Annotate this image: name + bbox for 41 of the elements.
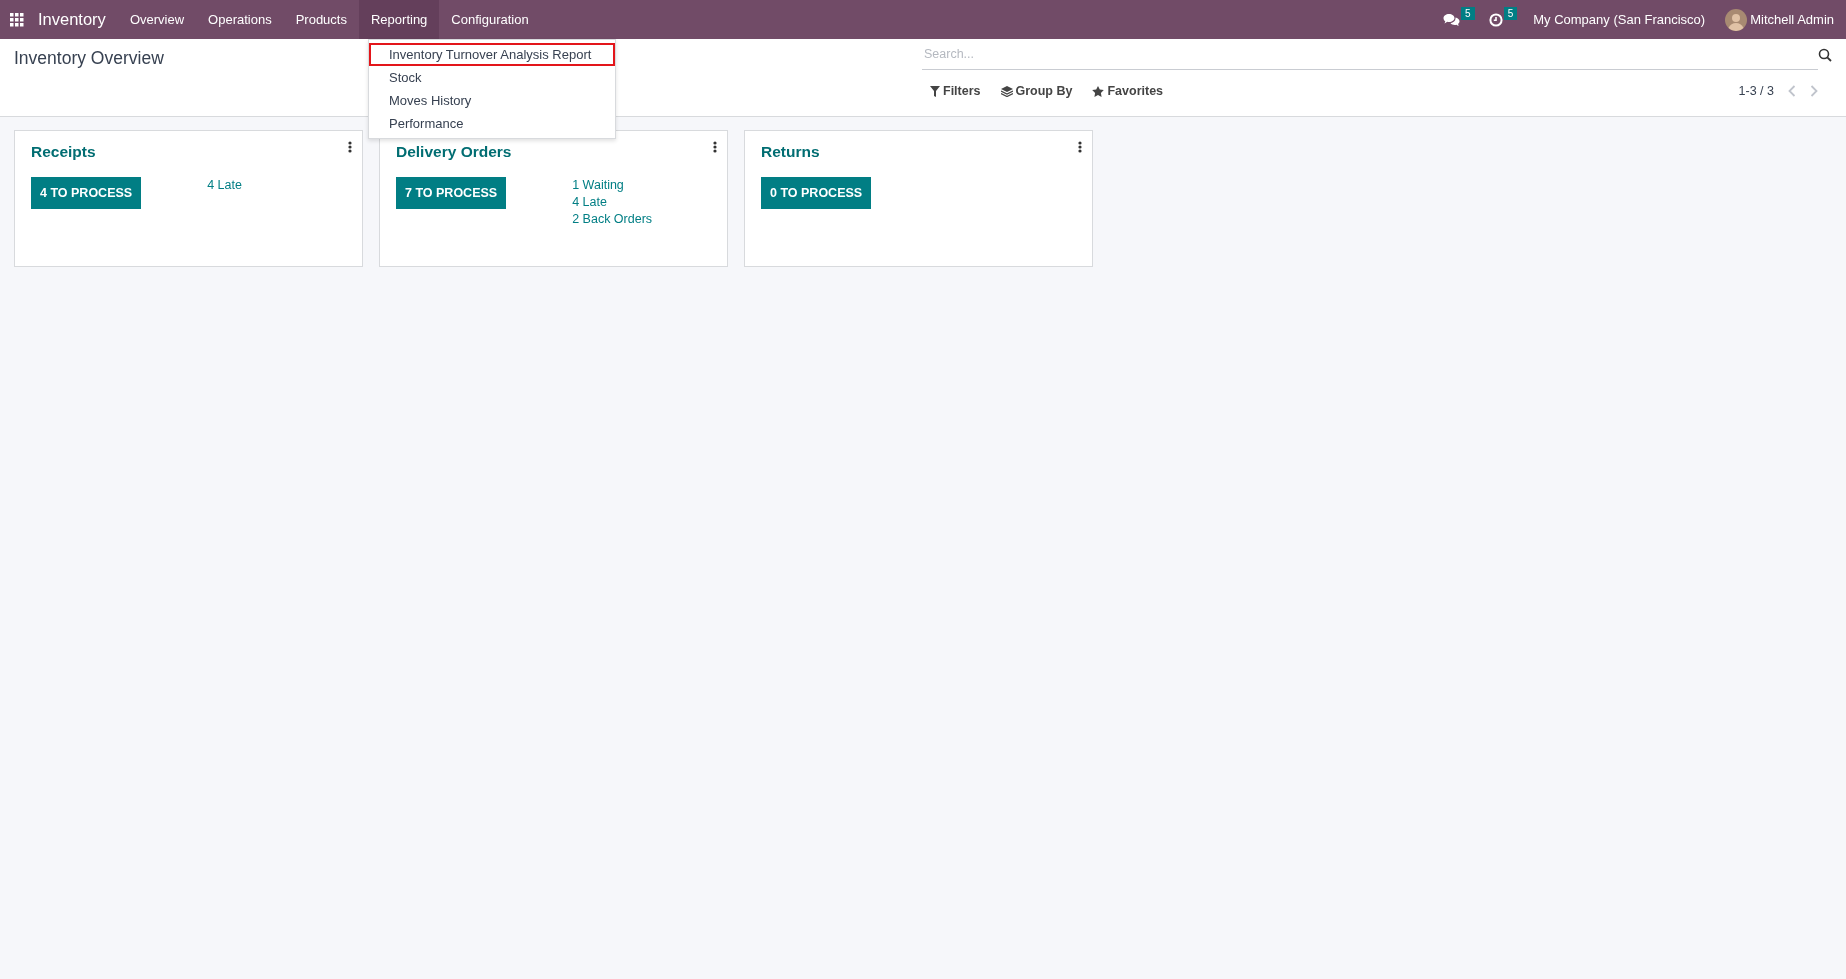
- dropdown-item[interactable]: Stock: [369, 66, 615, 89]
- activity-count-badge: 5: [1503, 7, 1518, 20]
- status-link[interactable]: 4 Late: [572, 195, 653, 209]
- favorites-button[interactable]: Favorites: [1084, 80, 1172, 102]
- message-count-badge: 5: [1461, 7, 1475, 20]
- more-options-icon[interactable]: [1078, 141, 1082, 153]
- menu-item[interactable]: Operations: [196, 0, 284, 39]
- dropdown-item[interactable]: Moves History: [369, 89, 615, 112]
- status-link[interactable]: 1 Waiting: [572, 178, 653, 192]
- more-options-icon[interactable]: [348, 141, 352, 153]
- pager-value: 1-3 / 3: [1738, 84, 1774, 98]
- user-menu[interactable]: Mitchell Admin: [1750, 12, 1834, 27]
- status-link[interactable]: 2 Back Orders: [572, 212, 653, 226]
- more-options-icon[interactable]: [713, 141, 717, 153]
- search-field[interactable]: Search...: [922, 39, 1818, 70]
- clock-icon[interactable]: [1488, 12, 1503, 27]
- search-icon[interactable]: [1818, 47, 1832, 62]
- menu-item[interactable]: Products: [283, 0, 359, 39]
- avatar-icon[interactable]: [1725, 8, 1748, 31]
- to-process-button[interactable]: 4 TO PROCESS: [31, 177, 142, 209]
- layers-icon: [1000, 85, 1013, 97]
- page-title: Inventory Overview: [14, 48, 164, 68]
- status-link[interactable]: 4 Late: [207, 178, 242, 192]
- apps-grid-icon[interactable]: [10, 12, 24, 27]
- card-title[interactable]: Receipts: [31, 143, 96, 161]
- group-by-button[interactable]: Group By: [992, 80, 1081, 102]
- star-icon: [1092, 85, 1105, 97]
- company-switcher[interactable]: My Company (San Francisco): [1533, 12, 1706, 27]
- to-process-button[interactable]: 0 TO PROCESS: [761, 177, 872, 209]
- dropdown-item[interactable]: Inventory Turnover Analysis Report: [369, 43, 615, 66]
- filter-icon: [930, 85, 940, 97]
- menu-item[interactable]: Reporting: [358, 0, 440, 39]
- dropdown-item[interactable]: Performance: [369, 112, 615, 135]
- chat-icon[interactable]: [1443, 12, 1461, 27]
- filters-button[interactable]: Filters: [922, 80, 989, 102]
- app-name[interactable]: Inventory: [38, 10, 106, 29]
- card-title[interactable]: Returns: [761, 143, 820, 161]
- menu-item[interactable]: Overview: [117, 0, 197, 39]
- menu-item[interactable]: Configuration: [439, 0, 541, 39]
- to-process-button[interactable]: 7 TO PROCESS: [396, 177, 507, 209]
- card-title[interactable]: Delivery Orders: [396, 143, 512, 161]
